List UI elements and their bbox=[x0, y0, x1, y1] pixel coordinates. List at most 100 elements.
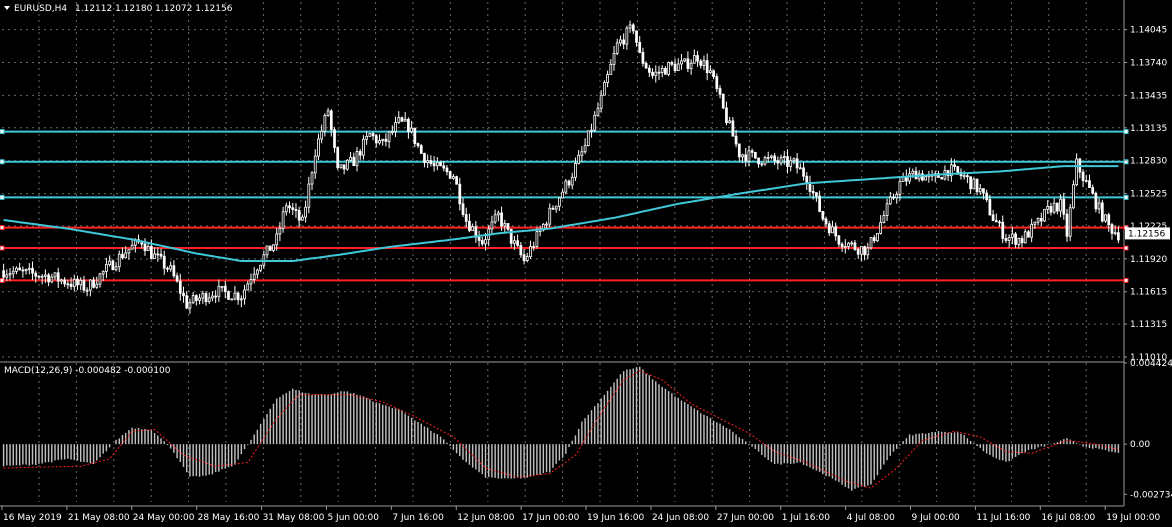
candle-body-bull bbox=[1052, 202, 1056, 213]
candle-body-bear bbox=[2, 270, 5, 278]
candle-body-bull bbox=[108, 260, 111, 265]
candle-body-bear bbox=[1027, 231, 1030, 238]
candle-body-bull bbox=[217, 285, 221, 298]
candle-body-bear bbox=[294, 209, 298, 211]
candle-body-bull bbox=[114, 266, 118, 271]
candle-body-bull bbox=[1023, 231, 1027, 244]
candle-body-bear bbox=[92, 279, 95, 288]
level-anchor-handle[interactable] bbox=[0, 194, 5, 200]
candle-body-bear bbox=[458, 183, 462, 205]
candle-body-bear bbox=[795, 158, 799, 169]
candle-body-bull bbox=[548, 207, 552, 225]
level-anchor-handle[interactable] bbox=[1123, 277, 1129, 283]
candle-body-bear bbox=[856, 249, 860, 255]
candle-body-bull bbox=[317, 138, 320, 157]
candle-body-bear bbox=[358, 151, 362, 156]
candle-body-bull bbox=[1046, 206, 1050, 210]
candle-body-bear bbox=[143, 243, 147, 252]
candle-body-bear bbox=[159, 253, 163, 257]
time-tick-label: 11 Jul 16:00 bbox=[976, 513, 1030, 523]
level-anchor-handle[interactable] bbox=[0, 159, 5, 165]
candle-body-bull bbox=[390, 131, 394, 133]
candle-body-bear bbox=[400, 117, 404, 122]
time-tick-label: 16 Jul 08:00 bbox=[1041, 513, 1095, 523]
candle-body-bull bbox=[1072, 184, 1075, 209]
candle-body-bull bbox=[741, 154, 744, 158]
candle-body-bear bbox=[291, 207, 295, 210]
candle-body-bull bbox=[789, 160, 793, 167]
candle bbox=[336, 146, 340, 170]
candle bbox=[603, 80, 606, 96]
candle-body-bull bbox=[220, 285, 224, 288]
level-anchor-handle[interactable] bbox=[1123, 129, 1129, 135]
candle-body-bull bbox=[586, 130, 590, 147]
candle-body-bear bbox=[1110, 224, 1114, 234]
candle-body-bull bbox=[272, 244, 275, 251]
candle bbox=[667, 61, 670, 77]
time-tick-label: 19 Jul 00:00 bbox=[1106, 513, 1160, 523]
candle-body-bear bbox=[664, 67, 667, 75]
candle-body-bull bbox=[860, 246, 863, 255]
candle-body-bear bbox=[638, 41, 642, 53]
candle-body-bear bbox=[374, 135, 378, 144]
candle-body-bear bbox=[384, 138, 388, 142]
candle-body-bear bbox=[750, 150, 754, 153]
candle-body-bull bbox=[496, 212, 500, 216]
candle-body-bull bbox=[962, 175, 966, 178]
level-anchor-handle[interactable] bbox=[1123, 194, 1129, 200]
candle-body-bear bbox=[805, 175, 809, 184]
candle-body-bull bbox=[249, 279, 253, 285]
candle-body-bull bbox=[368, 133, 372, 137]
candle-body-bull bbox=[484, 239, 487, 245]
candle-body-bear bbox=[342, 164, 346, 170]
candle-body-bull bbox=[667, 62, 670, 75]
level-anchor-handle[interactable] bbox=[0, 245, 5, 251]
candle-body-bear bbox=[734, 135, 738, 145]
candle-body-bull bbox=[452, 176, 455, 179]
candle-body-bull bbox=[201, 293, 205, 299]
level-anchor-handle[interactable] bbox=[1123, 245, 1129, 251]
candle-body-bull bbox=[590, 129, 593, 132]
macd-tick-label: 0.00 bbox=[1130, 440, 1150, 450]
price-tick-label: 1.13135 bbox=[1130, 124, 1167, 134]
candle-body-bear bbox=[988, 199, 992, 216]
candle-body-bear bbox=[63, 279, 67, 285]
candle bbox=[564, 179, 568, 195]
candle-body-bear bbox=[837, 235, 841, 245]
candle-body-bull bbox=[284, 205, 288, 213]
candle bbox=[754, 151, 757, 160]
candle-body-bear bbox=[223, 285, 227, 292]
candle-body-bull bbox=[1033, 221, 1037, 225]
candle-body-bear bbox=[448, 171, 452, 179]
candle-body-bear bbox=[416, 143, 420, 147]
candle-body-bear bbox=[647, 67, 651, 73]
chart-header: EURUSD,H4 1.12112 1.12180 1.12072 1.1215… bbox=[4, 4, 233, 14]
price-tick-label: 1.14045 bbox=[1130, 26, 1167, 36]
candle-body-bull bbox=[72, 278, 76, 287]
candle-body-bull bbox=[281, 211, 285, 229]
trading-chart[interactable]: 1.14045 1.13740 1.13435 1.13135 1.12830 1.125… bbox=[0, 0, 1172, 527]
candle bbox=[227, 290, 230, 300]
candle-body-bear bbox=[969, 176, 972, 190]
candle-body-bear bbox=[811, 190, 815, 194]
candle-body-bear bbox=[631, 24, 635, 32]
candle-body-bull bbox=[124, 252, 128, 259]
candle-body-bear bbox=[651, 71, 654, 76]
candle-body-bull bbox=[307, 183, 311, 208]
candle-body-bear bbox=[731, 120, 735, 137]
candle-body-bull bbox=[1104, 214, 1107, 222]
candle-body-bull bbox=[246, 283, 250, 291]
candle-body-bull bbox=[895, 193, 899, 199]
candle-body-bear bbox=[760, 163, 764, 166]
candle bbox=[876, 232, 879, 242]
level-anchor-handle[interactable] bbox=[0, 225, 5, 231]
candle-body-bear bbox=[725, 107, 728, 124]
level-anchor-handle[interactable] bbox=[0, 129, 5, 135]
candle-body-bear bbox=[670, 62, 674, 65]
candle-body-bull bbox=[689, 62, 693, 69]
candle bbox=[940, 176, 944, 180]
candle-body-bear bbox=[18, 267, 22, 271]
candle bbox=[1094, 191, 1098, 213]
macd-label: MACD(12,26,9) -0.000482 -0.000100 bbox=[4, 366, 171, 376]
candle-body-bull bbox=[188, 302, 192, 309]
